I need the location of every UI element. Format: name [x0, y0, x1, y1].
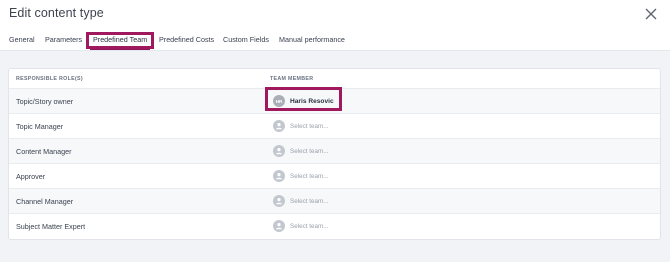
- user-icon: [273, 170, 285, 182]
- team-placeholder: Select team...: [290, 147, 329, 155]
- team-table: RESPONSIBLE ROLE(S) TEAM MEMBER Topic/St…: [8, 68, 661, 240]
- table-row: Topic Manager Select team...: [9, 113, 660, 138]
- team-placeholder: Select team...: [290, 172, 329, 180]
- role-label: Content Manager: [16, 147, 72, 156]
- team-member-select[interactable]: Select team...: [273, 219, 329, 233]
- close-icon[interactable]: [644, 7, 658, 21]
- role-label: Subject Matter Expert: [16, 222, 86, 231]
- team-placeholder: Select team...: [290, 222, 329, 230]
- role-label: Channel Manager: [16, 197, 74, 206]
- team-member-select[interactable]: Select team...: [273, 169, 329, 183]
- team-member-select[interactable]: Select team...: [273, 144, 329, 158]
- team-member-select[interactable]: HR Haris Resovic: [273, 94, 334, 108]
- table-row: Subject Matter Expert Select team...: [9, 213, 660, 238]
- header-member: TEAM MEMBER: [270, 76, 314, 82]
- team-placeholder: Select team...: [290, 197, 329, 205]
- tab-predefined-costs[interactable]: Predefined Costs: [159, 35, 214, 44]
- role-label: Topic/Story owner: [16, 97, 74, 106]
- user-icon: [273, 220, 285, 232]
- dialog-title: Edit content type: [9, 6, 104, 20]
- table-row: Channel Manager Select team...: [9, 188, 660, 213]
- team-member-select[interactable]: Select team...: [273, 119, 329, 133]
- team-member-name: Haris Resovic: [290, 97, 334, 105]
- tab-parameters[interactable]: Parameters: [45, 35, 82, 44]
- user-icon: [273, 195, 285, 207]
- user-icon: [273, 120, 285, 132]
- role-label: Approver: [16, 172, 46, 181]
- tab-general[interactable]: General: [9, 35, 35, 44]
- team-placeholder: Select team...: [290, 122, 329, 130]
- user-icon: [273, 145, 285, 157]
- role-label: Topic Manager: [16, 122, 64, 131]
- table-row: Topic/Story owner HR Haris Resovic: [9, 88, 660, 113]
- tab-predefined-team[interactable]: Predefined Team: [93, 35, 147, 44]
- tab-custom-fields[interactable]: Custom Fields: [223, 35, 269, 44]
- header-role: RESPONSIBLE ROLE(S): [16, 76, 83, 82]
- table-row: Approver Select team...: [9, 163, 660, 188]
- tab-manual-performance[interactable]: Manual performance: [279, 35, 345, 44]
- team-member-select[interactable]: Select team...: [273, 194, 329, 208]
- active-tab-indicator: [90, 48, 150, 50]
- table-row: Content Manager Select team...: [9, 138, 660, 163]
- avatar: HR: [273, 95, 285, 107]
